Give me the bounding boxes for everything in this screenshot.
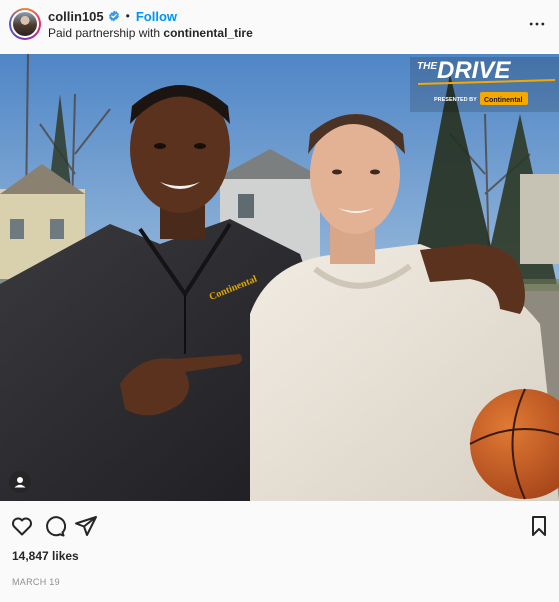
- presented-by-text: PRESENTED BY: [434, 97, 477, 103]
- comment-icon[interactable]: [42, 514, 66, 538]
- post-date: MARCH 19: [12, 577, 60, 587]
- user-tag-button[interactable]: [9, 471, 31, 493]
- post-header: collin105 • Follow Paid partnership with…: [0, 0, 559, 54]
- avatar[interactable]: [9, 8, 41, 40]
- username-link[interactable]: collin105: [48, 9, 104, 24]
- photo-illustration: Continental THE DRIVE PRESENTED BY Conti…: [0, 54, 559, 501]
- partnership-prefix: Paid partnership with: [48, 26, 161, 40]
- bookmark-icon[interactable]: [527, 514, 551, 538]
- user-tag-icon: [14, 477, 26, 488]
- post-photo[interactable]: Continental THE DRIVE PRESENTED BY Conti…: [0, 54, 559, 501]
- the-drive-brand: THE DRIVE PRESENTED BY Continental: [410, 57, 559, 112]
- brand-drive-text: DRIVE: [437, 57, 511, 84]
- heart-icon[interactable]: [10, 514, 34, 538]
- paid-partnership-line: Paid partnership with continental_tire: [48, 26, 253, 40]
- action-bar: [0, 510, 559, 542]
- follow-button[interactable]: Follow: [136, 9, 177, 24]
- partner-link[interactable]: continental_tire: [163, 26, 252, 40]
- avatar-frame: [11, 10, 39, 38]
- sponsor-logo-text: Continental: [484, 97, 523, 104]
- verified-badge-icon: [108, 10, 119, 22]
- likes-count[interactable]: 14,847 likes: [12, 549, 79, 563]
- avatar-image: [13, 12, 37, 36]
- user-line: collin105 • Follow: [48, 8, 177, 24]
- brand-the-text: THE: [417, 61, 437, 72]
- share-icon[interactable]: [74, 514, 98, 538]
- more-options-icon[interactable]: [527, 14, 547, 34]
- separator-dot: •: [125, 9, 130, 23]
